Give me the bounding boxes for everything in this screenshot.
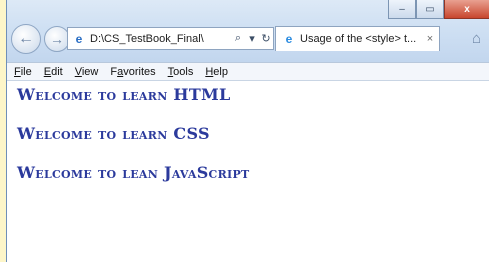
menu-file[interactable]: File xyxy=(14,66,32,78)
menu-edit[interactable]: Edit xyxy=(44,66,63,78)
tab-title: Usage of the <style> t... xyxy=(300,33,417,45)
minimize-button[interactable]: – xyxy=(388,0,416,19)
browser-tab[interactable]: e Usage of the <style> t... × xyxy=(275,26,440,51)
title-bar: – ▭ x ← → e D:\CS_TestBook_Final\ ⌕ ▾ ↻ … xyxy=(7,0,489,62)
maximize-button[interactable]: ▭ xyxy=(416,0,444,19)
menu-favorites[interactable]: Favorites xyxy=(110,66,155,78)
heading-html: Welcome to learn HTML xyxy=(17,85,231,104)
ie-icon: e xyxy=(75,31,83,46)
home-icon[interactable]: ⌂ xyxy=(472,30,481,47)
page-content: Welcome to learn HTML Welcome to learn C… xyxy=(17,86,250,203)
dropdown-icon[interactable]: ▾ xyxy=(245,32,259,45)
refresh-icon[interactable]: ↻ xyxy=(259,32,273,45)
window-controls: – ▭ x xyxy=(388,0,489,20)
menu-help[interactable]: Help xyxy=(205,66,228,78)
menu-view[interactable]: View xyxy=(75,66,99,78)
search-icon[interactable]: ⌕ xyxy=(231,32,245,45)
heading-css: Welcome to learn CSS xyxy=(17,124,210,143)
heading-javascript: Welcome to lean JavaScript xyxy=(17,163,250,182)
tab-close-icon[interactable]: × xyxy=(423,33,437,45)
ie-tab-icon: e xyxy=(285,32,293,46)
address-text[interactable]: D:\CS_TestBook_Final\ xyxy=(90,33,231,45)
address-bar[interactable]: e D:\CS_TestBook_Final\ ⌕ ▾ ↻ xyxy=(67,27,274,50)
back-icon[interactable]: ← xyxy=(11,24,41,54)
close-button[interactable]: x xyxy=(444,0,489,19)
menu-tools[interactable]: Tools xyxy=(168,66,194,78)
menu-bar: File Edit View Favorites Tools Help xyxy=(7,62,489,81)
browser-window: – ▭ x ← → e D:\CS_TestBook_Final\ ⌕ ▾ ↻ … xyxy=(6,0,489,262)
navigation-buttons: ← → xyxy=(11,24,73,54)
